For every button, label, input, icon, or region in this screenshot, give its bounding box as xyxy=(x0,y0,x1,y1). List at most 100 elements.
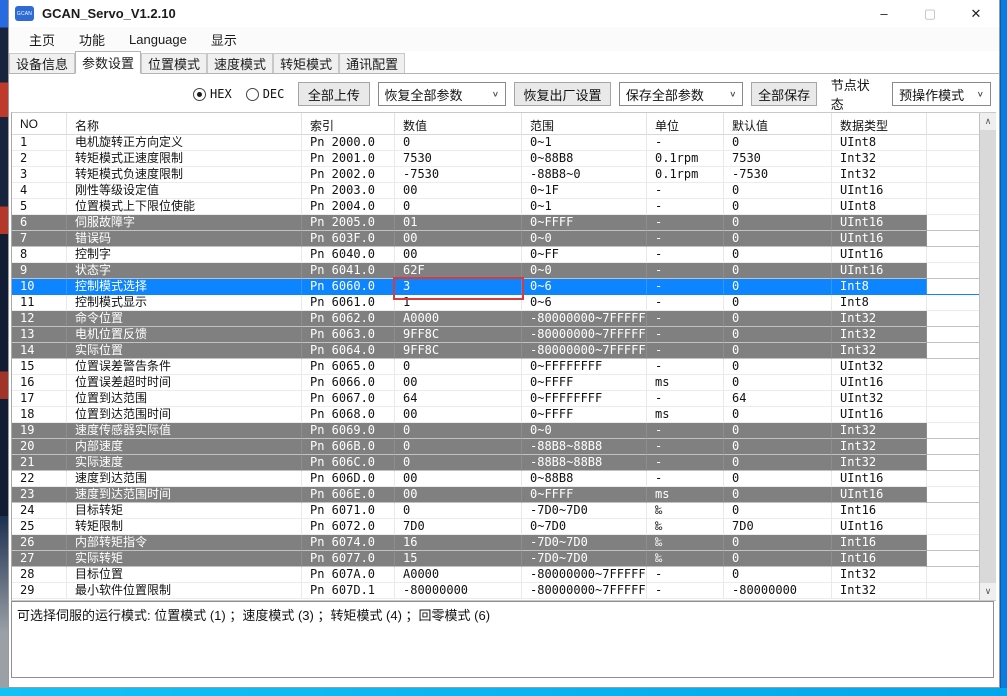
cell-value[interactable]: 0 xyxy=(395,359,522,375)
cell-value[interactable]: 9FF8C xyxy=(395,343,522,359)
upload-all-button[interactable]: 全部上传 xyxy=(298,82,370,106)
cell-value[interactable]: A0000 xyxy=(395,311,522,327)
radio-button-icon[interactable] xyxy=(193,87,206,101)
cell-value[interactable]: 0 xyxy=(395,135,522,151)
cell-value[interactable]: 00 xyxy=(395,375,522,391)
tab-item[interactable]: 设备信息 xyxy=(9,53,76,73)
menu-item[interactable]: 主页 xyxy=(17,28,67,51)
table-row[interactable]: 28目标位置Pn 607A.0A0000-80000000~7FFFFFFF-0… xyxy=(12,567,979,583)
column-header[interactable]: 索引 xyxy=(302,113,395,135)
cell-value[interactable]: A0000 xyxy=(395,567,522,583)
cell-value[interactable]: 01 xyxy=(395,215,522,231)
cell-value[interactable]: 1 xyxy=(395,295,522,311)
column-header[interactable]: 数值 xyxy=(395,113,522,135)
cell-value[interactable]: 00 xyxy=(395,471,522,487)
cell-value[interactable]: -80000000 xyxy=(395,583,522,599)
save-all-params-select[interactable]: 保存全部参数 ∨ xyxy=(618,82,744,106)
cell-value[interactable]: 00 xyxy=(395,487,522,503)
cell-value[interactable]: -7530 xyxy=(395,167,522,183)
cell-value[interactable]: 3 xyxy=(395,279,522,295)
table-row[interactable]: 17 位置到达范围 Pn 6067.0 64 0~FFFFFFFF -64 UInt32 xyxy=(12,391,979,407)
cell-index: Pn 2001.0 xyxy=(302,151,395,167)
cell-default: 0 xyxy=(724,247,832,263)
radio-option[interactable]: DEC xyxy=(245,87,284,101)
table-row[interactable]: 3 转矩模式负速度限制 Pn 2002.0 -7530 -88B8~0 0.1rpm -75… xyxy=(12,167,979,183)
table-row[interactable]: 12命令位置Pn 6062.0A0000-80000000~7FFFFFFF-0… xyxy=(12,311,979,327)
cell-value[interactable]: 00 xyxy=(395,407,522,423)
cell-default: 0 xyxy=(724,503,832,519)
menu-item[interactable]: Language xyxy=(117,30,199,49)
table-row[interactable]: 24 目标转矩 Pn 6071.0 0 -7D0~7D0 ‰ 0 Int16 xyxy=(12,503,979,519)
cell-value[interactable]: 00 xyxy=(395,231,522,247)
column-header[interactable]: NO xyxy=(12,113,67,135)
node-mode-select[interactable]: 预操作模式 ∨ xyxy=(892,82,991,106)
table-row[interactable]: 19 速度传感器实际值 Pn 6069.0 0 0~0-0 Int32 xyxy=(12,423,979,439)
cell-value[interactable]: 00 xyxy=(395,247,522,263)
column-header[interactable]: 默认值 xyxy=(724,113,832,135)
table-row[interactable]: 14实际位置Pn 6064.09FF8C-80000000~7FFFFFFF-0… xyxy=(12,343,979,359)
cell-value[interactable]: 0 xyxy=(395,199,522,215)
cell-type: Int32 xyxy=(832,311,927,327)
cell-name: 位置到达范围 xyxy=(67,391,302,407)
radio-option[interactable]: HEX xyxy=(193,87,232,101)
cell-name: 速度到达范围 xyxy=(67,471,302,487)
table-row[interactable]: 11 控制模式显示 Pn 6061.0 1 0~6-0 Int8 xyxy=(12,295,979,311)
radio-button-icon[interactable] xyxy=(245,87,259,101)
table-row[interactable]: 18 位置到达范围时间 Pn 6068.0 00 0~FFFF ms 0 UInt16 xyxy=(12,407,979,423)
menu-item[interactable]: 显示 xyxy=(199,28,249,51)
table-row[interactable]: 9 状态字 Pn 6041.0 62F 0~0-0 UInt16 xyxy=(12,263,979,279)
table-row[interactable]: 20 内部速度 Pn 606B.0 0 -88B8~88B8-0 Int32 xyxy=(12,439,979,455)
cell-value[interactable]: 0 xyxy=(395,439,522,455)
table-row[interactable]: 10 控制模式选择 Pn 6060.0 3 0~6-0 Int8 xyxy=(12,279,979,295)
cell-value[interactable]: 16 xyxy=(395,535,522,551)
column-header[interactable]: 范围 xyxy=(522,113,647,135)
column-header[interactable]: 名称 xyxy=(67,113,302,135)
table-row[interactable]: 8 控制字 Pn 6040.0 00 0~FF -0 UInt16 xyxy=(12,247,979,263)
table-row[interactable]: 16 位置误差超时时间 Pn 6066.0 00 0~FFFF ms 0 UInt16 xyxy=(12,375,979,391)
cell-value[interactable]: 0 xyxy=(395,455,522,471)
cell-value[interactable]: 00 xyxy=(395,183,522,199)
tab-item[interactable]: 参数设置 xyxy=(75,51,142,74)
tab-item[interactable]: 位置模式 xyxy=(141,53,208,73)
cell-value[interactable]: 9FF8C xyxy=(395,327,522,343)
column-header[interactable]: 数据类型 xyxy=(832,113,927,135)
table-row[interactable]: 6 伺服故障字 Pn 2005.0 01 0~FFFF -0 UInt16 xyxy=(12,215,979,231)
table-row[interactable]: 21 实际速度 Pn 606C.0 0 -88B8~88B8-0 Int32 xyxy=(12,455,979,471)
cell-value[interactable]: 62F xyxy=(395,263,522,279)
tab-item[interactable]: 转矩模式 xyxy=(273,53,340,73)
minimize-button[interactable]: – xyxy=(861,0,907,27)
maximize-button[interactable]: ▢ xyxy=(907,0,953,27)
table-row[interactable]: 22 速度到达范围 Pn 606D.0 00 0~88B8-0 UInt16 xyxy=(12,471,979,487)
table-row[interactable]: 15 位置误差警告条件 Pn 6065.0 0 0~FFFFFFFF -0 UInt32 xyxy=(12,359,979,375)
table-row[interactable]: 25 转矩限制 Pn 6072.0 7D0 0~7D0 ‰ 7D0 UInt16 xyxy=(12,519,979,535)
vertical-scrollbar[interactable]: ∧ ∨ xyxy=(979,113,996,600)
factory-reset-button[interactable]: 恢复出厂设置 xyxy=(514,82,611,106)
cell-value[interactable]: 7D0 xyxy=(395,519,522,535)
table-row[interactable]: 23 速度到达范围时间 Pn 606E.0 00 0~FFFF ms 0 UInt16 xyxy=(12,487,979,503)
column-header[interactable]: 单位 xyxy=(647,113,724,135)
cell-range: -80000000~7FFFFFFF xyxy=(522,311,647,327)
cell-value[interactable]: 64 xyxy=(395,391,522,407)
cell-value[interactable]: 0 xyxy=(395,503,522,519)
table-row[interactable]: 29 最小软件位置限制 Pn 607D.1 -80000000 -80000000~7F… xyxy=(12,583,979,599)
close-button[interactable]: ✕ xyxy=(953,0,999,27)
table-row[interactable]: 27 实际转矩 Pn 6077.0 15 -7D0~7D0 ‰ 0 Int16 xyxy=(12,551,979,567)
save-all-button[interactable]: 全部保存 xyxy=(751,82,817,106)
tab-item[interactable]: 通讯配置 xyxy=(339,53,406,73)
cell-no: 7 xyxy=(12,231,67,247)
restore-all-params-select[interactable]: 恢复全部参数 ∨ xyxy=(377,82,507,106)
cell-value[interactable]: 15 xyxy=(395,551,522,567)
table-row[interactable]: 1 电机旋转正方向定义 Pn 2000.0 0 0~1-0 UInt8 xyxy=(12,135,979,151)
table-row[interactable]: 4 刚性等级设定值 Pn 2003.0 00 0~1F -0 UInt16 xyxy=(12,183,979,199)
menu-item[interactable]: 功能 xyxy=(67,28,117,51)
scroll-up-icon[interactable]: ∧ xyxy=(980,113,996,130)
scroll-down-icon[interactable]: ∨ xyxy=(980,583,996,600)
table-row[interactable]: 7 错误码 Pn 603F.0 00 0~0-0 UInt16 xyxy=(12,231,979,247)
table-row[interactable]: 26 内部转矩指令 Pn 6074.0 16 -7D0~7D0 ‰ 0 Int16 xyxy=(12,535,979,551)
cell-value[interactable]: 0 xyxy=(395,423,522,439)
tab-item[interactable]: 速度模式 xyxy=(207,53,274,73)
table-row[interactable]: 2 转矩模式正速度限制 Pn 2001.0 7530 0~88B8 0.1rpm 7530 I… xyxy=(12,151,979,167)
cell-value[interactable]: 7530 xyxy=(395,151,522,167)
table-row[interactable]: 13电机位置反馈Pn 6063.09FF8C-80000000~7FFFFFFF… xyxy=(12,327,979,343)
table-row[interactable]: 5 位置模式上下限位使能 Pn 2004.0 0 0~1-0 UInt8 xyxy=(12,199,979,215)
